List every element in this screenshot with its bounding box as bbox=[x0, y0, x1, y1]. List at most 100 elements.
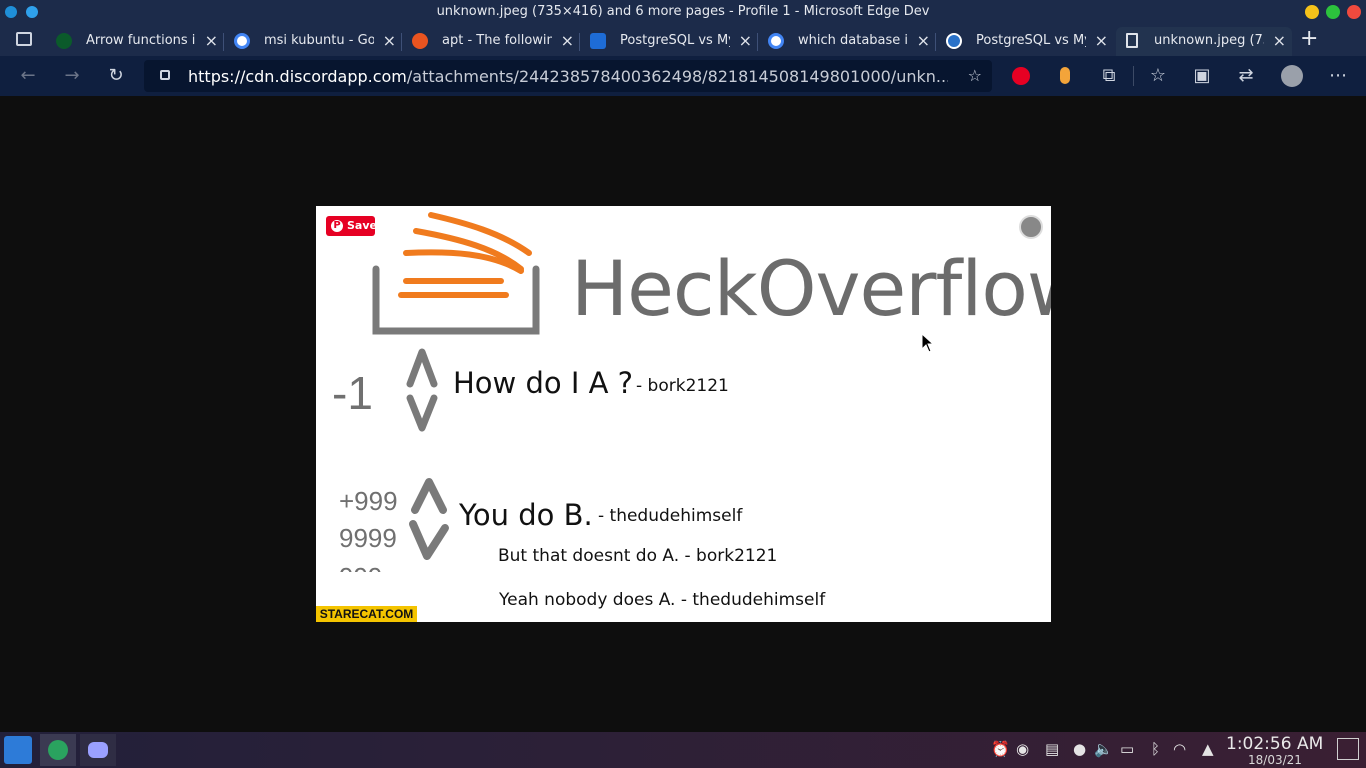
clipboard-icon[interactable]: ▤ bbox=[1045, 740, 1059, 758]
close-tab-icon[interactable]: × bbox=[383, 31, 396, 50]
profile-avatar[interactable] bbox=[1281, 65, 1303, 87]
tab-label: PostgreSQL vs My bbox=[620, 33, 730, 48]
window-title: unknown.jpeg (735×416) and 6 more pages … bbox=[436, 4, 930, 19]
wifi-icon[interactable]: ◠ bbox=[1173, 740, 1186, 758]
close-tab-icon[interactable]: × bbox=[739, 31, 752, 50]
volume-icon[interactable]: 🔈 bbox=[1094, 740, 1113, 758]
pinterest-extension-icon[interactable] bbox=[1012, 67, 1030, 85]
taskbar: ⏰ ◉ ▤ ● 🔈 ▭ ᛒ ◠ ▲ 1:02:56 AM 18/03/21 bbox=[0, 732, 1366, 768]
refresh-button[interactable]: ↻ bbox=[104, 64, 128, 88]
favorites-icon[interactable]: ☆ bbox=[1146, 64, 1170, 88]
tab-separator bbox=[579, 33, 580, 51]
answer-score-line-3: 999 bbox=[339, 562, 382, 572]
tab-separator bbox=[935, 33, 936, 51]
extension-orange-icon[interactable] bbox=[1060, 67, 1070, 84]
taskbar-discord-icon[interactable] bbox=[80, 734, 116, 766]
notifications-icon[interactable]: ● bbox=[1073, 740, 1086, 758]
clock-date[interactable]: 18/03/21 bbox=[1248, 753, 1302, 767]
more-menu-icon[interactable]: ⋯ bbox=[1326, 64, 1350, 88]
answer-author: - thedudehimself bbox=[598, 506, 743, 526]
close-tab-icon[interactable]: × bbox=[561, 31, 574, 50]
comment-1: But that doesnt do A. - bork2121 bbox=[498, 546, 778, 566]
site-icon bbox=[946, 33, 962, 49]
taskbar-edge-dev-icon[interactable] bbox=[40, 734, 76, 766]
new-tab-button[interactable]: + bbox=[1300, 26, 1318, 51]
askubuntu-icon bbox=[412, 33, 428, 49]
brand-title: HeckOverflow bbox=[571, 244, 1051, 333]
vote-arrows-icon bbox=[406, 348, 438, 432]
close-tab-icon[interactable]: × bbox=[205, 31, 218, 50]
tab-apt[interactable]: apt - The following × bbox=[404, 27, 580, 56]
tab-label: unknown.jpeg (73 bbox=[1154, 33, 1264, 48]
question-text: How do I A ? bbox=[453, 366, 634, 400]
tab-msi-kubuntu[interactable]: msi kubuntu - Goo × bbox=[226, 27, 402, 56]
share-icon[interactable]: ⇄ bbox=[1234, 64, 1258, 88]
google-icon bbox=[768, 33, 784, 49]
mdn-icon bbox=[56, 33, 72, 49]
tab-label: which database is bbox=[798, 33, 908, 48]
back-button[interactable]: ← bbox=[16, 64, 40, 88]
collections-icon[interactable]: ▣ bbox=[1190, 64, 1214, 88]
close-tab-icon[interactable]: × bbox=[1095, 31, 1108, 50]
page-content: P Save HeckOverflow -1 How do I A ? - bo… bbox=[0, 96, 1366, 732]
forward-button[interactable]: → bbox=[60, 64, 84, 88]
lock-icon[interactable] bbox=[160, 70, 170, 80]
file-icon bbox=[1126, 33, 1138, 48]
clock-time[interactable]: 1:02:56 AM bbox=[1226, 734, 1323, 754]
tab-label: PostgreSQL vs My bbox=[976, 33, 1086, 48]
tab-unknown-jpeg[interactable]: unknown.jpeg (73 × bbox=[1116, 27, 1292, 56]
comment-2: Yeah nobody does A. - thedudehimself bbox=[499, 590, 826, 610]
heckoverflow-logo-icon bbox=[372, 212, 540, 335]
tab-separator bbox=[223, 33, 224, 51]
tab-strip: Arrow functions in × msi kubuntu - Goo ×… bbox=[0, 24, 1366, 56]
tab-separator bbox=[757, 33, 758, 51]
url-host: https://cdn.discordapp.com bbox=[188, 67, 407, 86]
url-text[interactable]: https://cdn.discordapp.com/attachments/2… bbox=[188, 67, 948, 86]
close-button[interactable] bbox=[1347, 5, 1361, 19]
tab-postgresql-2[interactable]: PostgreSQL vs My × bbox=[938, 27, 1114, 56]
meme-image[interactable]: P Save HeckOverflow -1 How do I A ? - bo… bbox=[316, 206, 1051, 622]
bluetooth-icon[interactable]: ᛒ bbox=[1151, 740, 1160, 758]
question-author: - bork2121 bbox=[636, 376, 729, 396]
discord-tray-icon[interactable]: ◉ bbox=[1016, 740, 1029, 758]
tab-actions-icon[interactable] bbox=[16, 32, 32, 46]
address-bar[interactable]: https://cdn.discordapp.com/attachments/2… bbox=[144, 60, 992, 92]
zoom-icon[interactable] bbox=[1019, 215, 1043, 239]
answer-score-line-3-wrap: 999 bbox=[339, 562, 382, 572]
browser-toolbar: ← → ↻ https://cdn.discordapp.com/attachm… bbox=[0, 56, 1366, 96]
tray-expand-icon[interactable]: ▲ bbox=[1202, 740, 1214, 758]
alarm-icon[interactable]: ⏰ bbox=[991, 740, 1010, 758]
answer-score-line-2: 9999 bbox=[339, 523, 397, 553]
question-score: -1 bbox=[332, 367, 373, 419]
add-favorite-icon[interactable]: ☆ bbox=[968, 66, 982, 85]
battery-icon[interactable]: ▭ bbox=[1120, 740, 1134, 758]
close-tab-icon[interactable]: × bbox=[917, 31, 930, 50]
answer-score-line-1: +999 bbox=[339, 486, 398, 516]
starecat-watermark: STARECAT.COM bbox=[316, 606, 417, 622]
pinterest-icon: P bbox=[331, 220, 343, 232]
vote-arrows-icon bbox=[409, 478, 449, 560]
tab-which-database[interactable]: which database is × bbox=[760, 27, 936, 56]
tab-arrow-functions[interactable]: Arrow functions in × bbox=[48, 27, 224, 56]
tab-label: Arrow functions in bbox=[86, 33, 196, 48]
tab-label: apt - The following bbox=[442, 33, 552, 48]
close-tab-icon[interactable]: × bbox=[1273, 31, 1286, 50]
tab-postgresql-1[interactable]: PostgreSQL vs My × bbox=[582, 27, 758, 56]
pinterest-save-button[interactable]: P Save bbox=[326, 216, 377, 236]
show-desktop-button[interactable] bbox=[1337, 738, 1359, 760]
tab-label: msi kubuntu - Goo bbox=[264, 33, 374, 48]
kde-launcher-icon[interactable] bbox=[4, 736, 32, 764]
stackshare-icon bbox=[590, 33, 606, 49]
tab-separator bbox=[401, 33, 402, 51]
url-path: /attachments/244238578400362498/82181450… bbox=[406, 67, 948, 86]
answer-text: You do B. bbox=[459, 498, 593, 532]
google-icon bbox=[234, 33, 250, 49]
mouse-cursor-icon bbox=[921, 333, 935, 353]
toolbar-divider bbox=[1133, 66, 1134, 86]
maximize-button[interactable] bbox=[1326, 5, 1340, 19]
discord-logo-icon bbox=[88, 742, 108, 758]
minimize-button[interactable] bbox=[1305, 5, 1319, 19]
window-titlebar: unknown.jpeg (735×416) and 6 more pages … bbox=[0, 0, 1366, 24]
extensions-icon[interactable]: ⧉ bbox=[1097, 64, 1121, 88]
edge-dev-logo-icon bbox=[48, 740, 68, 760]
